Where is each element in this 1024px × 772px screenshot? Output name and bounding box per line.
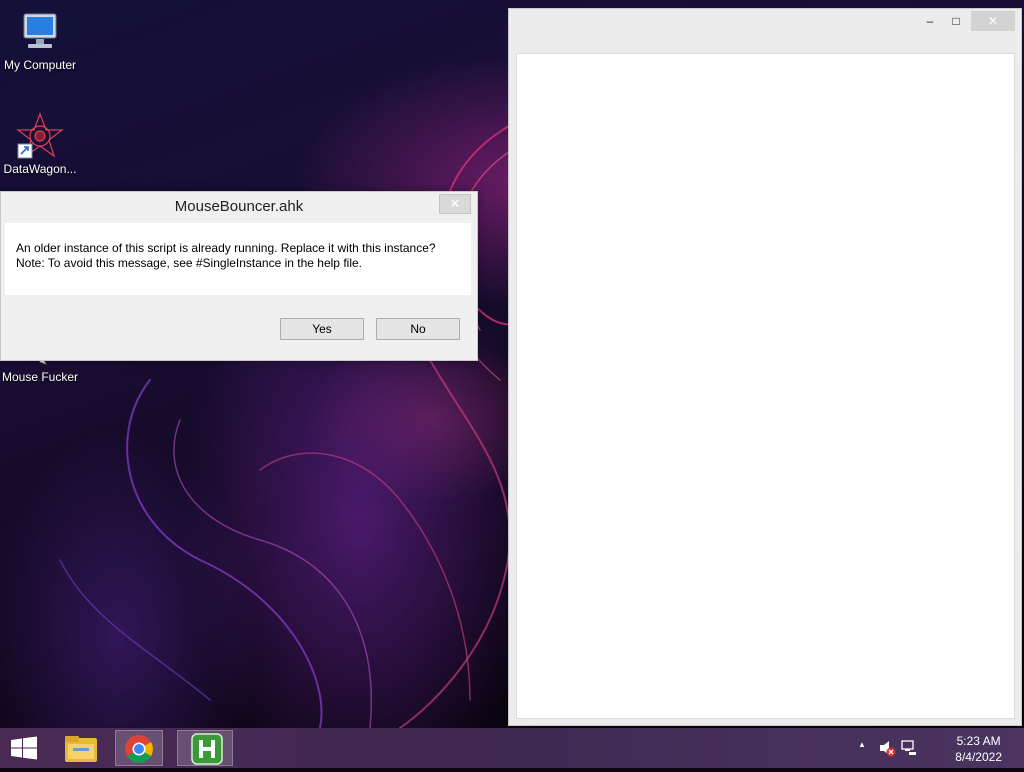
taskbar-chrome[interactable]: [115, 730, 163, 766]
start-button[interactable]: [0, 730, 48, 766]
dialog-message-line-1: An older instance of this script is alre…: [16, 241, 436, 255]
file-explorer-icon: [65, 736, 97, 762]
taskbar-autohotkey[interactable]: [177, 730, 233, 766]
dialog-close-button[interactable]: ✕: [439, 194, 471, 214]
speaker-muted-icon[interactable]: [878, 739, 896, 757]
taskbar-file-explorer[interactable]: [57, 730, 105, 766]
desktop-icon-label: My Computer: [3, 58, 77, 72]
taskbar-clock[interactable]: 5:23 AM 8/4/2022: [955, 733, 1002, 765]
yes-button[interactable]: Yes: [280, 318, 364, 340]
minimize-button[interactable]: –: [917, 11, 943, 31]
computer-icon: [16, 8, 64, 56]
taskbar: ▲ 5:23 AM 8/4/2022: [0, 728, 1024, 768]
windows-start-icon: [11, 736, 37, 760]
system-tray: ▲ 5:23 AM 8/4/2022: [854, 728, 1024, 768]
tray-overflow-chevron[interactable]: ▲: [858, 740, 866, 749]
dialog-message: An older instance of this script is alre…: [16, 241, 436, 271]
datawagon-icon: [16, 112, 64, 160]
clock-date: 8/4/2022: [955, 750, 1002, 764]
no-button[interactable]: No: [376, 318, 460, 340]
desktop-icon-label: DataWagon...: [3, 162, 77, 176]
desktop-icon-label: Mouse Fucker: [1, 370, 79, 384]
desktop-icon-datawagon[interactable]: DataWagon...: [0, 112, 80, 177]
desktop: My Computer DataWagon... Mouse Fucker – …: [0, 0, 1024, 728]
window-content[interactable]: [516, 53, 1015, 719]
close-button[interactable]: ✕: [971, 11, 1015, 31]
autohotkey-icon: [191, 733, 223, 765]
chrome-icon: [125, 735, 153, 763]
blank-window[interactable]: – □ ✕: [508, 8, 1022, 726]
desktop-icon-my-computer[interactable]: My Computer: [0, 8, 80, 73]
dialog-title: MouseBouncer.ahk: [174, 198, 304, 215]
dialog-body: An older instance of this script is alre…: [5, 223, 471, 295]
clock-time: 5:23 AM: [956, 734, 1001, 748]
dialog-message-line-2: Note: To avoid this message, see #Single…: [16, 256, 362, 270]
dialog-mousebouncer: MouseBouncer.ahk ✕ An older instance of …: [0, 191, 478, 361]
network-icon[interactable]: [900, 739, 918, 757]
maximize-button[interactable]: □: [943, 11, 969, 31]
